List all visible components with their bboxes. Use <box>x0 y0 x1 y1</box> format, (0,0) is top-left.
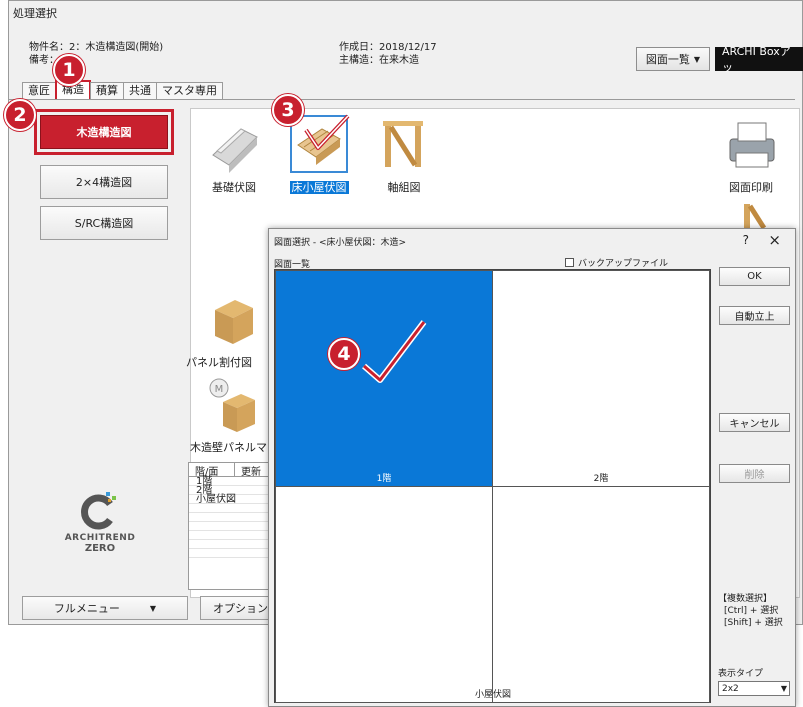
window-title: 処理選択 <box>13 7 57 20</box>
tab-common[interactable]: 共通 <box>123 82 157 99</box>
floor-cell-2[interactable]: 2階 <box>492 270 710 487</box>
checkmark-icon <box>362 320 427 383</box>
svg-text:M: M <box>215 384 224 395</box>
tab-design[interactable]: 意匠 <box>22 82 56 99</box>
multi-select-title: 【複数選択】 <box>718 594 773 604</box>
display-type-label: 表示タイプ <box>718 669 764 679</box>
drawing-select-dialog: 図面選択 - <床小屋伏図：木造> ? × 図面一覧 バックアップファイル 1階… <box>268 228 796 707</box>
list-item[interactable]: 小屋伏図 <box>189 495 269 505</box>
floor-roof-plan-label: 床小屋伏図 <box>289 181 349 194</box>
tab-master[interactable]: マスタ専用 <box>156 82 223 99</box>
dropdown-icon: ▼ <box>780 684 787 693</box>
framing-elevation-label: 軸組図 <box>387 181 421 194</box>
printer-icon[interactable] <box>722 115 780 173</box>
foundation-plan-icon[interactable] <box>205 115 263 173</box>
tab-bar: 意匠 構造 積算 共通 マスタ専用 <box>22 80 223 99</box>
wall-panel-master-icon[interactable]: M <box>205 376 263 434</box>
dropdown-icon: ▼ <box>693 54 701 64</box>
cell-label: 2階 <box>593 474 609 484</box>
list-item <box>189 540 269 549</box>
list-item <box>189 513 269 522</box>
list-item <box>189 522 269 531</box>
step-badge-2: 2 <box>4 99 36 131</box>
logo-mark-icon <box>81 492 116 530</box>
multi-select-ctrl: [Ctrl] + 選択 <box>724 606 779 616</box>
sidebar-item-2x4-structure[interactable]: 2×4構造図 <box>40 165 168 199</box>
property-note: 備考： <box>29 55 59 66</box>
checkbox-icon <box>565 258 574 267</box>
date-info: 作成日：2018/12/17 主構造：在来木造 <box>339 41 437 67</box>
updated-header: 更新 <box>241 467 261 478</box>
backup-file-label: バックアップファイル <box>578 259 669 269</box>
dropdown-icon: ▼ <box>149 603 157 613</box>
backup-file-checkbox[interactable]: バックアップファイル <box>565 256 668 269</box>
framing-elevation-icon[interactable] <box>375 115 433 173</box>
checkmark-icon <box>304 114 350 150</box>
step-badge-4: 4 <box>328 338 360 370</box>
tab-divider <box>8 99 795 100</box>
app-logo: ARCHITREND ZERO <box>30 490 170 554</box>
delete-button[interactable]: 削除 <box>719 464 790 483</box>
multi-select-shift: [Shift] + 選択 <box>724 618 783 628</box>
floor-list-header: 階/面 更新 <box>189 463 269 478</box>
list-item <box>189 504 269 513</box>
cancel-button[interactable]: キャンセル <box>719 413 790 432</box>
floor-header: 階/面 <box>189 463 235 478</box>
panel-layout-label: パネル割付図 <box>186 356 252 369</box>
drawing-list-button[interactable]: 図面一覧 ▼ <box>636 47 710 71</box>
multi-select-note: 【複数選択】 [Ctrl] + 選択 [Shift] + 選択 <box>718 593 783 629</box>
display-type-select[interactable]: 2x2 ▼ <box>718 681 790 696</box>
floor-cell-3[interactable] <box>275 486 493 703</box>
drawing-list-label: 図面一覧 <box>645 53 690 66</box>
property-name: 物件名：2：木造構造図(開始) <box>29 42 164 53</box>
auto-create-button[interactable]: 自動立上 <box>719 306 790 325</box>
logo-text-architrend: ARCHITREND <box>64 533 136 543</box>
floor-cell-4[interactable]: 小屋伏図 <box>475 486 710 703</box>
list-item <box>189 531 269 540</box>
property-info: 物件名：2：木造構造図(開始) 備考： <box>29 41 163 67</box>
main-structure: 主構造：在来木造 <box>339 55 419 66</box>
close-button[interactable]: × <box>768 231 781 249</box>
partial-framing-icon <box>730 200 788 228</box>
tab-estimate[interactable]: 積算 <box>90 82 124 99</box>
sidebar-item-wood-structure[interactable]: 木造構造図 <box>40 115 168 149</box>
full-menu-button[interactable]: フルメニュー ▼ <box>22 596 188 620</box>
bottom-toolbar: フルメニュー ▼ オプション <box>22 596 282 620</box>
created-date: 作成日：2018/12/17 <box>339 42 437 53</box>
drawing-preview-grid: 1階 2階 小屋伏図 <box>274 269 711 703</box>
floor-list[interactable]: 階/面 更新 1階 2階 小屋伏図 <box>188 462 270 590</box>
step-badge-1: 1 <box>53 54 85 86</box>
cell-label: 1階 <box>376 474 392 484</box>
display-type-value: 2x2 <box>722 683 739 694</box>
help-button[interactable]: ? <box>743 233 749 247</box>
wall-panel-master-label: 木造壁パネルマスタ <box>190 441 270 454</box>
panel-layout-icon[interactable] <box>205 290 263 348</box>
archi-box-button[interactable]: ARCHI Boxアッ <box>715 45 803 74</box>
cell-label: 小屋伏図 <box>474 690 511 700</box>
full-menu-label: フルメニュー <box>53 602 120 615</box>
list-item <box>189 549 269 558</box>
print-drawing-label: 図面印刷 <box>729 181 773 194</box>
sidebar-item-src-structure[interactable]: S/RC構造図 <box>40 206 168 240</box>
ok-button[interactable]: OK <box>719 267 790 286</box>
foundation-plan-label: 基礎伏図 <box>212 181 256 194</box>
dialog-title: 図面選択 - <床小屋伏図：木造> <box>274 238 407 248</box>
logo-text-zero: ZERO <box>84 543 116 554</box>
step-badge-3: 3 <box>272 94 304 126</box>
